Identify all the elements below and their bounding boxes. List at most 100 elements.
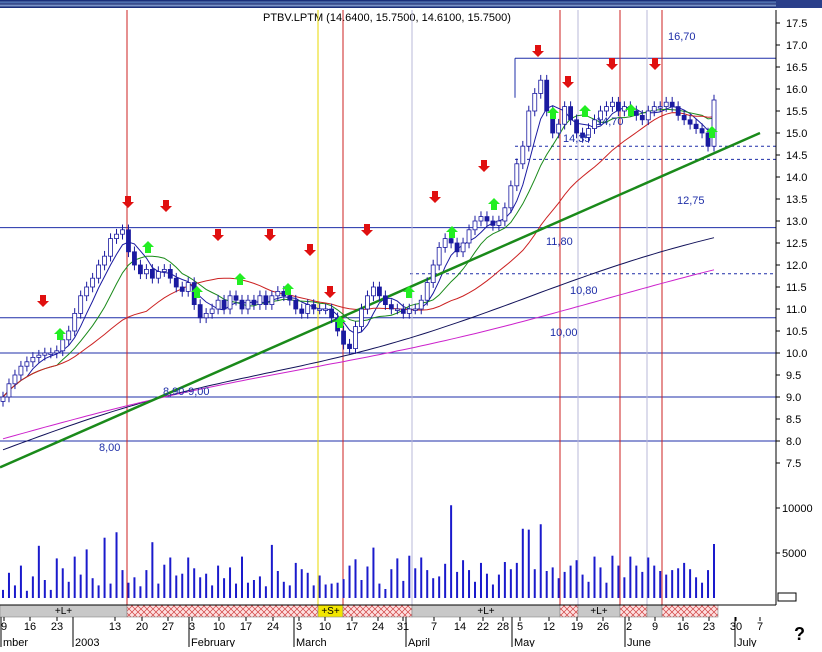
- candle-body: [412, 308, 418, 311]
- candle-body: [90, 277, 96, 288]
- date-tick-label: 3: [189, 621, 195, 633]
- candle-body: [18, 365, 24, 376]
- candle-body: [96, 264, 101, 279]
- signal-band-label: +S+: [321, 606, 340, 617]
- candle-body: [616, 101, 621, 112]
- month-label: June: [627, 637, 651, 647]
- candle-body: [669, 101, 675, 107]
- title-stripe: [0, 1, 776, 4]
- date-tick-label: 9: [652, 621, 658, 633]
- candle-body: [448, 238, 454, 244]
- candle-body: [388, 304, 394, 310]
- date-tick-label: 12: [543, 621, 555, 633]
- candle-body: [245, 299, 251, 310]
- help-icon[interactable]: ?: [794, 624, 805, 645]
- candle-body: [78, 295, 84, 314]
- level-label: 16,70: [668, 31, 696, 43]
- candle-body: [60, 339, 66, 352]
- candle-body: [365, 295, 370, 310]
- candle-body: [490, 220, 496, 226]
- price-tick-label: 12.5: [786, 238, 807, 250]
- candle-body: [143, 268, 149, 275]
- candle-body: [574, 119, 579, 134]
- candle-body: [102, 255, 107, 266]
- candle-body: [54, 350, 60, 354]
- level-label: 14,70: [596, 116, 624, 128]
- candle-body: [161, 268, 167, 272]
- candle-body: [424, 282, 430, 301]
- candle-body: [400, 308, 406, 314]
- candle-body: [460, 242, 466, 253]
- price-tick-label: 9.0: [786, 392, 801, 404]
- month-label: April: [408, 637, 430, 647]
- candle-body: [687, 119, 693, 125]
- signal-band-label: +L+: [477, 606, 494, 617]
- candle-body: [120, 229, 125, 235]
- price-tick-label: 17.0: [786, 40, 807, 52]
- candle-body: [526, 110, 532, 147]
- candle-body: [72, 312, 78, 332]
- candle-body: [66, 330, 72, 341]
- candle-body: [663, 101, 669, 107]
- candle-body: [114, 233, 119, 239]
- date-tick-label: 23: [703, 621, 715, 633]
- candle-body: [418, 299, 424, 310]
- signal-band-row: +L+ +S+ +L+ +L+: [0, 604, 719, 618]
- date-tick-label: 24: [267, 621, 279, 633]
- price-tick-label: 14.0: [786, 172, 807, 184]
- candle-body: [693, 123, 699, 129]
- candle-body: [197, 304, 203, 319]
- date-tick-label: 5: [517, 621, 523, 633]
- month-label: May: [514, 637, 535, 647]
- candle-body: [311, 304, 317, 310]
- level-label: 11,80: [546, 236, 573, 248]
- price-tick-label: 7.5: [786, 458, 801, 470]
- candle-body: [347, 343, 352, 350]
- candle-body: [514, 163, 520, 187]
- candle-body: [138, 264, 143, 275]
- date-tick-label: 3: [296, 621, 302, 633]
- signal-band: [342, 604, 413, 618]
- candle-body: [436, 246, 442, 266]
- chart-background: [0, 0, 822, 647]
- date-tick-label: 16: [677, 621, 689, 633]
- date-tick-label: 28: [497, 621, 509, 633]
- candle-body: [257, 295, 263, 305]
- candle-body: [454, 242, 460, 253]
- level-label: 12,75: [677, 195, 705, 207]
- month-label: mber: [3, 637, 28, 647]
- candle-body: [209, 308, 215, 314]
- date-tick-label: 10: [319, 621, 331, 633]
- level-label: 14,35: [563, 133, 591, 145]
- candle-body: [263, 295, 269, 305]
- chart-title: PTBV.LPTM (14.6400, 15.7500, 14.6100, 15…: [263, 12, 511, 24]
- candle-body: [568, 106, 574, 121]
- candle-body: [227, 295, 233, 310]
- candle-body: [12, 374, 18, 385]
- candle-body: [239, 299, 245, 310]
- candle-body: [645, 110, 651, 121]
- candle-body: [299, 308, 305, 314]
- price-tick-label: 16.5: [786, 62, 807, 74]
- date-tick-label: 7: [431, 621, 437, 633]
- signal-band-label: +L+: [55, 606, 72, 617]
- candle-body: [520, 145, 526, 165]
- date-tick-label: 19: [571, 621, 583, 633]
- candle-body: [155, 271, 161, 279]
- candle-body: [532, 93, 538, 112]
- candle-body: [173, 277, 179, 288]
- price-tick-label: 13.0: [786, 216, 807, 228]
- volume-tick-label: 5000: [782, 548, 806, 560]
- candle-body: [556, 123, 562, 134]
- candle-body: [126, 229, 131, 253]
- title-stripes: [0, 0, 822, 8]
- candle-body: [681, 115, 687, 121]
- date-tick-label: 13: [109, 621, 121, 633]
- candle-body: [538, 79, 544, 94]
- title-stripe: [0, 3, 776, 5]
- candle-body: [149, 268, 155, 279]
- date-tick-label: 7: [757, 621, 763, 633]
- candle-body: [179, 286, 185, 292]
- month-label: July: [737, 637, 757, 647]
- chart-window: PTBV.LPTM (14.6400, 15.7500, 14.6100, 15…: [0, 0, 822, 649]
